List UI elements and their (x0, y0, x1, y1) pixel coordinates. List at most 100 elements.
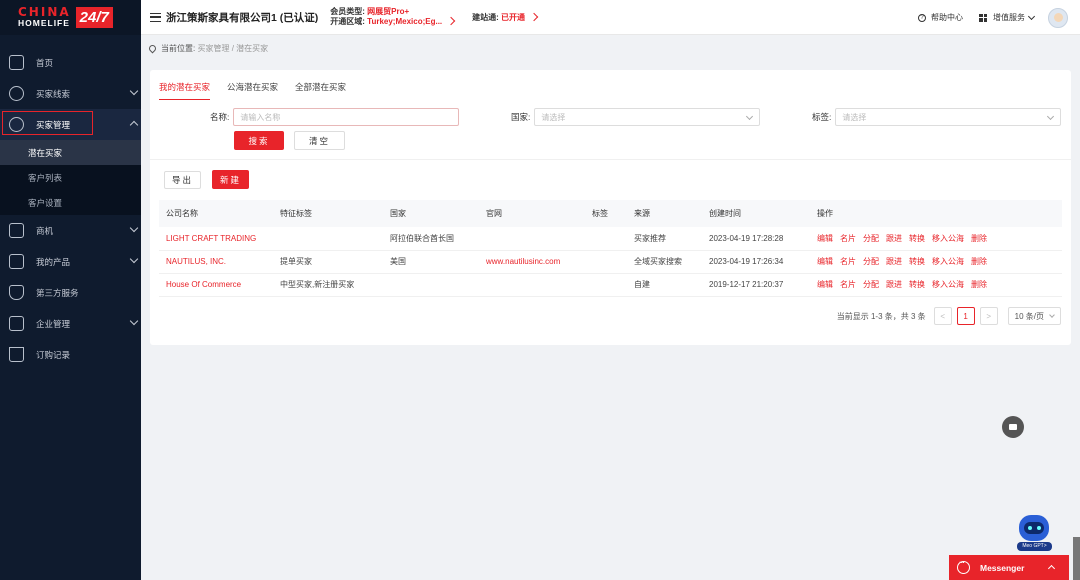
created-cell: 2023-04-19 17:26:34 (702, 250, 810, 274)
sidebar-item-third-party[interactable]: 第三方服务 (0, 277, 141, 308)
followup-link[interactable]: 跟进 (886, 280, 902, 289)
website-link[interactable]: www.nautilusinc.com (479, 250, 585, 274)
tag-label: 标签: (812, 112, 832, 122)
export-button[interactable]: 导出 (164, 171, 201, 189)
delete-link[interactable]: 删除 (971, 234, 987, 243)
convert-link[interactable]: 转换 (909, 234, 925, 243)
followup-link[interactable]: 跟进 (886, 234, 902, 243)
next-page-button[interactable]: > (979, 307, 998, 325)
card-link[interactable]: 名片 (840, 280, 856, 289)
assign-link[interactable]: 分配 (863, 280, 879, 289)
website-link[interactable] (479, 227, 585, 251)
pagination-summary: 当前显示 1-3 条，共 3 条 (836, 311, 926, 321)
pagination: 当前显示 1-3 条，共 3 条 < 1 > 10 条/页 (837, 307, 1061, 325)
page-size-select[interactable]: 10 条/页 (1007, 307, 1061, 325)
robot-eye (1037, 526, 1041, 530)
table-row: LIGHT CRAFT TRADING 阿拉伯联合酋长国 买家推荐 2023-0… (159, 227, 1062, 251)
clear-button[interactable]: 清空 (294, 131, 345, 150)
menu-toggle-icon[interactable] (150, 12, 161, 22)
chevron-down-icon (1047, 112, 1055, 121)
page-size-label: 10 条/页 (1014, 311, 1044, 321)
move-to-public-link[interactable]: 移入公海 (932, 280, 964, 289)
sidebar: CHINA HOMELIFE 24/7 首页 买家线索 买家管理 潜在买家 客户… (0, 0, 141, 580)
col-header: 来源 (627, 200, 702, 227)
move-to-public-link[interactable]: 移入公海 (932, 234, 964, 243)
chevron-down-icon (1027, 12, 1036, 20)
filter-country-row: 国家: 请选择 (511, 108, 761, 126)
company-link[interactable]: LIGHT CRAFT TRADING (159, 227, 273, 251)
site-label: 建站通: (472, 12, 499, 22)
buyer-manage-icon (9, 117, 24, 132)
created-cell: 2023-04-19 17:28:28 (702, 227, 810, 251)
avatar[interactable] (1048, 7, 1068, 28)
created-cell: 2019-12-17 21:20:37 (702, 273, 810, 297)
col-header: 官网 (479, 200, 585, 227)
help-icon: ? (918, 13, 926, 22)
membership-info[interactable]: 会员类型: 网展贸Pro+ 开通区域: Turkey;Mexico;Eg... (330, 7, 456, 27)
site-status[interactable]: 建站通: 已开通 (472, 12, 539, 23)
chevron-down-icon (129, 254, 139, 264)
card-link[interactable]: 名片 (840, 234, 856, 243)
help-label: 帮助中心 (931, 13, 963, 22)
country-select[interactable]: 请选择 (534, 108, 761, 126)
breadcrumb-level1[interactable]: 买家管理 (197, 43, 229, 54)
country-cell: 阿拉伯联合酋长国 (383, 227, 479, 251)
divider (150, 159, 1071, 160)
prev-page-button[interactable]: < (933, 307, 952, 325)
row-actions: 编辑 名片 分配 跟进 转换 移入公海 删除 (810, 250, 1062, 274)
buyer-table: 公司名称 特征标签 国家 官网 标签 来源 创建时间 操作 LIGHT CRAF… (159, 200, 1062, 297)
floating-action-button[interactable] (1002, 416, 1024, 438)
tab-my-potential-buyers[interactable]: 我的潜在买家 (159, 81, 211, 100)
company-link[interactable]: House Of Commerce (159, 273, 273, 297)
search-button[interactable]: 搜索 (234, 131, 284, 150)
content-card: 我的潜在买家 公海潜在买家 全部潜在买家 名称: 请输入名称 国家: 请选择 标… (150, 70, 1071, 345)
delete-link[interactable]: 删除 (971, 257, 987, 266)
convert-link[interactable]: 转换 (909, 257, 925, 266)
assign-link[interactable]: 分配 (863, 257, 879, 266)
new-button[interactable]: 新建 (212, 170, 249, 189)
sidebar-subitem-customer-list[interactable]: 客户列表 (0, 165, 141, 190)
value-added-services-menu[interactable]: 增值服务 (979, 12, 1036, 23)
move-to-public-link[interactable]: 移入公海 (932, 257, 964, 266)
logo-badge: 24/7 (75, 7, 113, 28)
sidebar-subitem-customer-settings[interactable]: 客户设置 (0, 190, 141, 215)
name-input[interactable]: 请输入名称 (233, 108, 460, 126)
tag-select[interactable]: 请选择 (835, 108, 1062, 126)
window-edge (1073, 537, 1080, 580)
tag-placeholder: 请选择 (842, 112, 867, 122)
delete-link[interactable]: 删除 (971, 280, 987, 289)
assign-link[interactable]: 分配 (863, 234, 879, 243)
brand-logo[interactable]: CHINA HOMELIFE 24/7 (0, 0, 141, 35)
card-link[interactable]: 名片 (840, 257, 856, 266)
website-link[interactable] (479, 273, 585, 297)
tab-public-potential-buyers[interactable]: 公海潜在买家 (227, 81, 278, 100)
followup-link[interactable]: 跟进 (886, 257, 902, 266)
header-right: ? 帮助中心 增值服务 (918, 0, 1068, 35)
value-added-label: 增值服务 (993, 13, 1025, 22)
sidebar-item-buyer-management[interactable]: 买家管理 (0, 109, 141, 140)
sidebar-item-home[interactable]: 首页 (0, 47, 141, 78)
sidebar-subitem-potential-buyers[interactable]: 潜在买家 (0, 140, 141, 165)
convert-link[interactable]: 转换 (909, 280, 925, 289)
sidebar-item-enterprise[interactable]: 企业管理 (0, 308, 141, 339)
tag-cell (585, 273, 627, 297)
feature-cell (273, 227, 383, 251)
ai-assistant-button[interactable]: Meo GPT> (1014, 513, 1054, 553)
col-header: 操作 (810, 200, 1062, 227)
help-center-link[interactable]: ? 帮助中心 (918, 12, 963, 23)
filter-tag-row: 标签: 请选择 (812, 108, 1062, 126)
sidebar-item-buyer-leads[interactable]: 买家线索 (0, 78, 141, 109)
tab-all-potential-buyers[interactable]: 全部潜在买家 (295, 81, 346, 100)
region-label: 开通区域: (330, 17, 365, 26)
company-link[interactable]: NAUTILUS, INC. (159, 250, 273, 274)
edit-link[interactable]: 编辑 (817, 234, 833, 243)
sidebar-item-my-products[interactable]: 我的产品 (0, 246, 141, 277)
edit-link[interactable]: 编辑 (817, 280, 833, 289)
sidebar-item-opportunities[interactable]: 商机 (0, 215, 141, 246)
logo-wordmark: CHINA HOMELIFE (18, 6, 71, 29)
messenger-bar[interactable]: Messenger (949, 555, 1069, 580)
chevron-up-icon (129, 120, 139, 130)
edit-link[interactable]: 编辑 (817, 257, 833, 266)
sidebar-item-orders[interactable]: 订购记录 (0, 339, 141, 370)
page-number-button[interactable]: 1 (956, 307, 975, 325)
